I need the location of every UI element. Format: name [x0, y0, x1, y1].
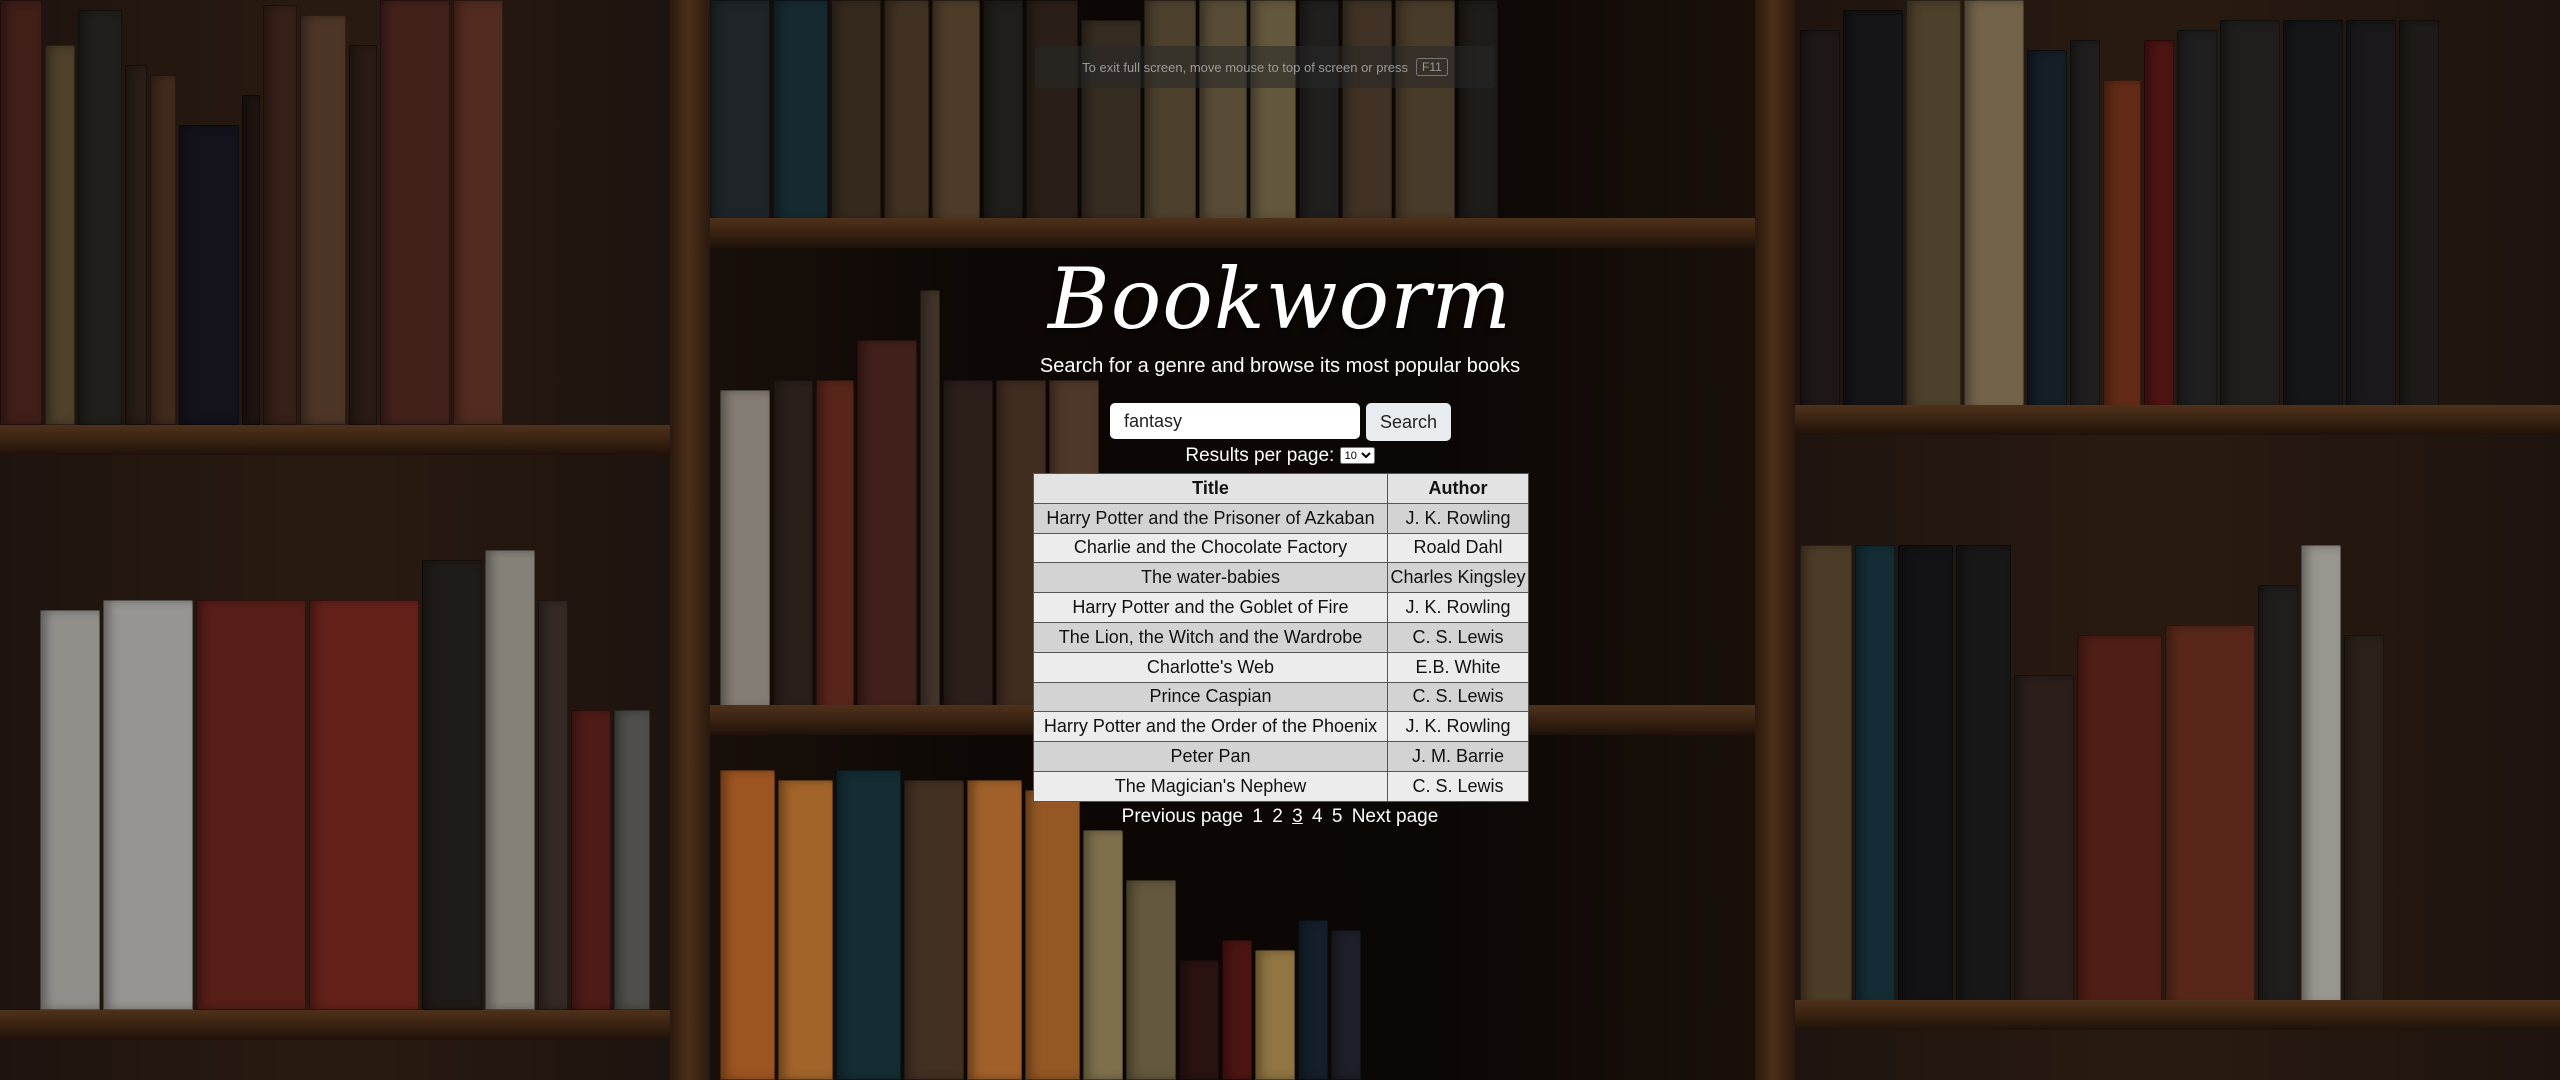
fullscreen-notice-key: F11	[1416, 58, 1448, 76]
column-header-title: Title	[1033, 473, 1388, 504]
book-author-cell: C. S. Lewis	[1387, 770, 1529, 802]
book-author-cell: E.B. White	[1387, 651, 1529, 683]
table-header-row: Title Author	[1033, 473, 1529, 504]
genre-search-input[interactable]	[1110, 403, 1360, 439]
book-title-cell: Peter Pan	[1033, 741, 1388, 772]
book-title-cell: The Lion, the Witch and the Wardrobe	[1033, 621, 1388, 653]
book-author-cell: J. K. Rowling	[1387, 711, 1529, 743]
book-title-cell: Charlie and the Chocolate Factory	[1033, 532, 1388, 564]
book-title-cell: Harry Potter and the Prisoner of Azkaban	[1033, 502, 1388, 534]
book-title-cell: Harry Potter and the Goblet of Fire	[1033, 592, 1388, 623]
previous-page-link[interactable]: Previous page	[1122, 806, 1243, 827]
table-row: Charlie and the Chocolate Factory Roald …	[1033, 532, 1529, 564]
app-logo: Bookworm	[1047, 250, 1513, 348]
table-row: Peter Pan J. M. Barrie	[1033, 741, 1529, 772]
book-title-cell: The water-babies	[1033, 562, 1388, 594]
table-row: Charlotte's Web E.B. White	[1033, 651, 1529, 683]
table-row: The Lion, the Witch and the Wardrobe C. …	[1033, 621, 1529, 653]
book-author-cell: J. M. Barrie	[1387, 741, 1529, 772]
table-row: The water-babies Charles Kingsley	[1033, 562, 1529, 594]
fullscreen-notice: To exit full screen, move mouse to top o…	[1035, 46, 1495, 88]
book-title-cell: The Magician's Nephew	[1033, 770, 1388, 802]
book-author-cell: J. K. Rowling	[1387, 502, 1529, 534]
page-link-5[interactable]: 5	[1332, 806, 1343, 827]
table-row: Prince Caspian C. S. Lewis	[1033, 681, 1529, 713]
results-per-page: Results per page: 10	[0, 445, 2560, 467]
table-row: Harry Potter and the Prisoner of Azkaban…	[1033, 502, 1529, 534]
app-subtitle: Search for a genre and browse its most p…	[1039, 355, 1521, 377]
search-form: Search	[1110, 403, 1452, 441]
search-button[interactable]: Search	[1366, 403, 1452, 441]
page-link-2[interactable]: 2	[1272, 806, 1283, 827]
column-header-author: Author	[1387, 473, 1529, 504]
table-row: Harry Potter and the Goblet of Fire J. K…	[1033, 592, 1529, 623]
page-link-4[interactable]: 4	[1312, 806, 1323, 827]
page-link-1[interactable]: 1	[1252, 806, 1263, 827]
results-per-page-label: Results per page:	[1185, 445, 1335, 466]
book-author-cell: Roald Dahl	[1387, 532, 1529, 564]
book-title-cell: Harry Potter and the Order of the Phoeni…	[1033, 711, 1388, 743]
page-link-3-current[interactable]: 3	[1292, 806, 1303, 827]
book-author-cell: J. K. Rowling	[1387, 592, 1529, 623]
book-title-cell: Charlotte's Web	[1033, 651, 1388, 683]
book-author-cell: Charles Kingsley	[1387, 562, 1529, 594]
results-table: Title Author Harry Potter and the Prison…	[1033, 473, 1529, 802]
next-page-link[interactable]: Next page	[1352, 806, 1439, 827]
book-title-cell: Prince Caspian	[1033, 681, 1388, 713]
results-per-page-select[interactable]: 10	[1339, 447, 1375, 465]
book-author-cell: C. S. Lewis	[1387, 621, 1529, 653]
fullscreen-notice-text: To exit full screen, move mouse to top o…	[1082, 59, 1409, 75]
table-row: The Magician's Nephew C. S. Lewis	[1033, 770, 1529, 802]
pagination: Previous page 1 2 3 4 5 Next page	[0, 806, 2560, 828]
table-row: Harry Potter and the Order of the Phoeni…	[1033, 711, 1529, 743]
book-author-cell: C. S. Lewis	[1387, 681, 1529, 713]
